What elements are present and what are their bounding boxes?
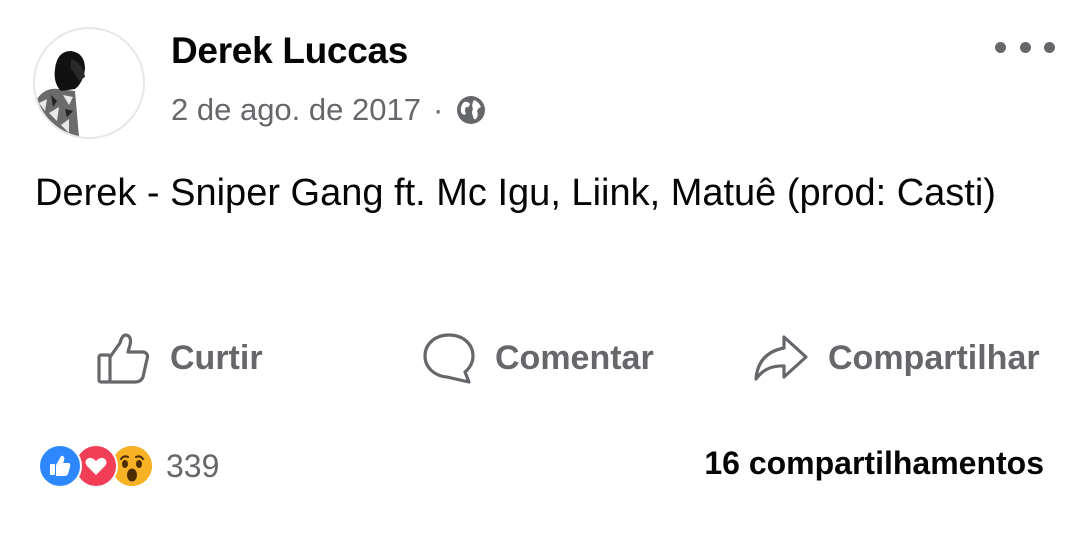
reactions-summary[interactable]: 339 xyxy=(38,443,219,489)
meta-separator: · xyxy=(432,92,444,127)
post-date[interactable]: 2 de ago. de 2017 xyxy=(171,92,421,128)
share-button[interactable]: Compartilhar xyxy=(752,328,1040,388)
thumbs-up-outline-icon xyxy=(97,333,150,384)
author-name[interactable]: Derek Luccas xyxy=(171,30,408,72)
like-reaction-icon xyxy=(38,444,82,488)
shares-count[interactable]: 16 compartilhamentos xyxy=(704,445,1044,482)
more-horizontal-icon xyxy=(1019,41,1031,53)
speech-bubble-icon xyxy=(423,333,475,384)
like-button[interactable]: Curtir xyxy=(96,328,263,388)
more-horizontal-icon xyxy=(1044,41,1055,53)
more-options-button[interactable] xyxy=(995,34,1055,60)
reaction-count[interactable]: 339 xyxy=(166,448,219,485)
globe-icon[interactable] xyxy=(455,94,487,126)
avatar[interactable] xyxy=(33,27,145,139)
like-label: Curtir xyxy=(170,338,263,377)
more-horizontal-icon xyxy=(995,41,1006,53)
comment-label: Comentar xyxy=(495,338,654,377)
post-meta: 2 de ago. de 2017 · xyxy=(171,90,487,130)
share-arrow-icon xyxy=(754,335,808,381)
facebook-post: Derek Luccas 2 de ago. de 2017 · Derek -… xyxy=(0,0,1080,533)
avatar-photo xyxy=(35,29,143,137)
share-label: Compartilhar xyxy=(828,338,1040,377)
post-text: Derek - Sniper Gang ft. Mc Igu, Liink, M… xyxy=(35,172,996,214)
comment-button[interactable]: Comentar xyxy=(421,328,654,388)
